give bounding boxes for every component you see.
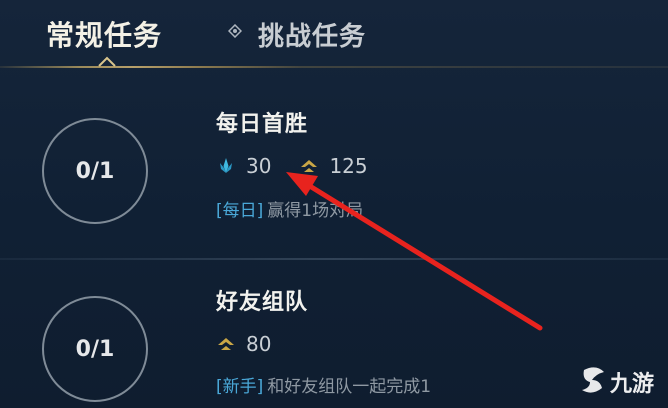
gold-chevron-icon xyxy=(218,338,234,350)
diamond-icon xyxy=(228,24,242,38)
task-description: [每日] 赢得1场对局 xyxy=(216,196,363,221)
task-item-daily-first-win[interactable]: 0/1 每日首胜 30 125 [每日] 赢得1场对局 xyxy=(0,70,668,258)
reward-value: 30 xyxy=(246,154,272,178)
blue-crystal-icon xyxy=(220,158,232,173)
reward-value: 80 xyxy=(246,332,272,356)
task-description-text: 和好友组队一起完成1 xyxy=(267,377,432,397)
tab-challenge-tasks[interactable]: 挑战任务 xyxy=(258,16,366,53)
gold-chevron-icon xyxy=(301,160,318,172)
progress-ring: 0/1 xyxy=(42,296,148,402)
progress-ring: 0/1 xyxy=(42,118,148,224)
watermark: 九游 xyxy=(582,367,654,397)
task-title: 好友组队 xyxy=(216,290,309,315)
task-tag: [新手] xyxy=(216,377,264,397)
task-description: [新手] 和好友组队一起完成1 xyxy=(216,372,431,397)
task-tag: [每日] xyxy=(216,201,264,221)
tab-regular-tasks[interactable]: 常规任务 xyxy=(46,14,162,54)
jiuyou-logo-icon xyxy=(582,367,604,393)
watermark-text: 九游 xyxy=(609,371,654,397)
reward-value: 125 xyxy=(329,154,368,178)
task-title: 每日首胜 xyxy=(216,112,309,137)
task-item-friend-team[interactable]: 0/1 好友组队 80 [新手] 和好友组队一起完成1 xyxy=(0,260,668,408)
task-rewards: 80 xyxy=(216,330,299,358)
task-description-text: 赢得1场对局 xyxy=(267,201,364,221)
active-tab-caret-icon xyxy=(98,56,116,67)
task-rewards: 30 125 xyxy=(216,152,396,180)
task-tabs: 常规任务 挑战任务 xyxy=(0,0,668,70)
